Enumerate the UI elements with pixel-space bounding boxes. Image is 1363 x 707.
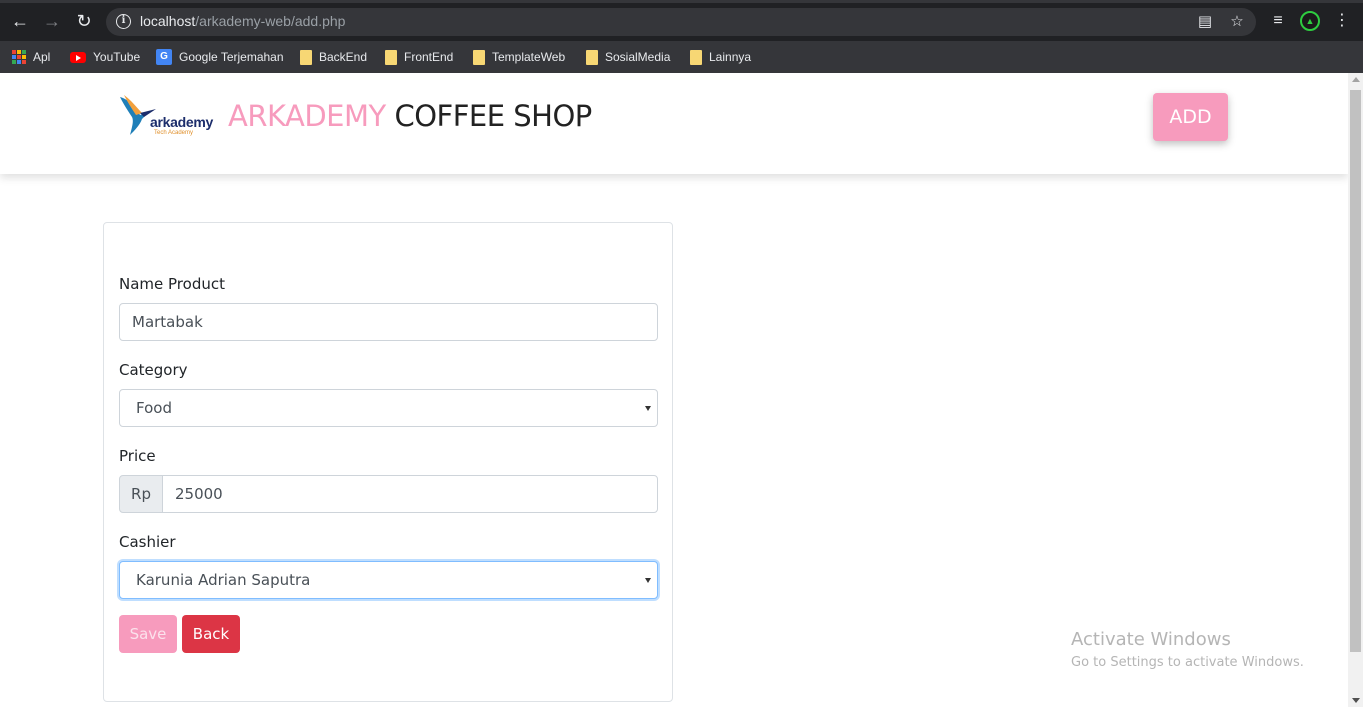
bookmarks-bar: Apl YouTube G Google Terjemahan BackEnd … bbox=[0, 41, 1363, 73]
bookmark-label: Google Terjemahan bbox=[179, 50, 284, 64]
activate-windows-subtitle: Go to Settings to activate Windows. bbox=[1071, 655, 1304, 670]
extension-icon[interactable]: ▲ bbox=[1300, 11, 1320, 31]
folder-icon bbox=[385, 49, 397, 65]
cashier-selected-value: Karunia Adrian Saputra bbox=[136, 571, 311, 589]
name-product-label: Name Product bbox=[119, 275, 225, 293]
add-button[interactable]: ADD bbox=[1153, 93, 1228, 141]
scroll-down-arrow-icon[interactable] bbox=[1352, 698, 1360, 703]
category-selected-value: Food bbox=[136, 399, 172, 417]
forward-arrow-icon[interactable]: → bbox=[41, 10, 63, 32]
bookmark-label: Apl bbox=[33, 50, 51, 64]
logo-text: arkademy bbox=[150, 114, 213, 130]
site-title-suffix: COFFEE SHOP bbox=[394, 99, 592, 133]
scroll-thumb[interactable] bbox=[1350, 90, 1361, 652]
bookmark-label: TemplateWeb bbox=[492, 50, 566, 64]
bookmark-label: Lainnya bbox=[709, 50, 752, 64]
bookmark-label: BackEnd bbox=[319, 50, 368, 64]
cashier-select[interactable]: Karunia Adrian Saputra bbox=[119, 561, 658, 599]
google-translate-icon: G bbox=[156, 49, 172, 65]
price-input[interactable]: 25000 bbox=[162, 475, 658, 513]
bookmark-sosialmedia[interactable]: SosialMedia bbox=[586, 46, 670, 68]
bookmark-google-translate[interactable]: G Google Terjemahan bbox=[156, 46, 284, 68]
kebab-menu-icon[interactable]: ⋮ bbox=[1332, 11, 1352, 31]
bookmark-templateweb[interactable]: TemplateWeb bbox=[473, 46, 565, 68]
name-product-value: Martabak bbox=[132, 313, 203, 331]
bookmark-lainnya[interactable]: Lainnya bbox=[690, 46, 751, 68]
bookmark-apps[interactable]: Apl bbox=[12, 46, 50, 68]
address-bar[interactable]: i localhost/arkademy-web/add.php ▤ ☆ bbox=[106, 8, 1256, 36]
apps-grid-icon bbox=[12, 50, 26, 64]
page-viewport: arkademy Tech Academy ARKADEMY COFFEE SH… bbox=[0, 73, 1363, 707]
bookmark-label: SosialMedia bbox=[605, 50, 671, 64]
reload-icon[interactable]: ↻ bbox=[73, 10, 95, 32]
site-title: ARKADEMY COFFEE SHOP bbox=[228, 99, 592, 133]
price-value: 25000 bbox=[175, 485, 223, 503]
category-label: Category bbox=[119, 361, 188, 379]
name-product-input[interactable]: Martabak bbox=[119, 303, 658, 341]
cashier-label: Cashier bbox=[119, 533, 176, 551]
site-header: arkademy Tech Academy ARKADEMY COFFEE SH… bbox=[0, 73, 1348, 174]
tab-strip bbox=[0, 0, 1363, 3]
chevron-down-icon bbox=[645, 406, 651, 411]
arkademy-logo[interactable]: arkademy Tech Academy bbox=[118, 93, 218, 139]
price-label: Price bbox=[119, 447, 156, 465]
bookmark-label: YouTube bbox=[93, 50, 141, 64]
folder-icon bbox=[690, 49, 702, 65]
chevron-down-icon bbox=[645, 578, 651, 583]
youtube-icon bbox=[70, 51, 86, 63]
activate-windows-title: Activate Windows bbox=[1071, 629, 1231, 650]
browser-toolbar: ← → ↻ i localhost/arkademy-web/add.php ▤… bbox=[0, 0, 1363, 41]
category-select[interactable]: Food bbox=[119, 389, 658, 427]
back-button[interactable]: Back bbox=[182, 615, 240, 653]
back-arrow-icon[interactable]: ← bbox=[9, 10, 31, 32]
media-queue-icon[interactable]: ≡ bbox=[1268, 11, 1288, 31]
save-button[interactable]: Save bbox=[119, 615, 177, 653]
bookmark-youtube[interactable]: YouTube bbox=[70, 46, 140, 68]
add-product-form-card: Name Product Martabak Category Food Pric… bbox=[103, 222, 673, 702]
folder-icon bbox=[586, 49, 598, 65]
currency-prefix: Rp bbox=[119, 475, 163, 513]
url-text[interactable]: localhost/arkademy-web/add.php bbox=[140, 13, 345, 29]
logo-subtext: Tech Academy bbox=[154, 130, 194, 136]
folder-icon bbox=[300, 49, 312, 65]
bookmark-label: FrontEnd bbox=[404, 50, 454, 64]
page-scrollbar[interactable] bbox=[1348, 73, 1363, 707]
translate-icon[interactable]: ▤ bbox=[1196, 13, 1214, 31]
info-icon[interactable]: i bbox=[116, 14, 131, 29]
folder-icon bbox=[473, 49, 485, 65]
scroll-up-arrow-icon[interactable] bbox=[1352, 77, 1360, 82]
bookmark-backend[interactable]: BackEnd bbox=[300, 46, 367, 68]
star-bookmark-icon[interactable]: ☆ bbox=[1228, 13, 1246, 31]
bookmark-frontend[interactable]: FrontEnd bbox=[385, 46, 453, 68]
site-title-brand: ARKADEMY bbox=[228, 99, 386, 133]
